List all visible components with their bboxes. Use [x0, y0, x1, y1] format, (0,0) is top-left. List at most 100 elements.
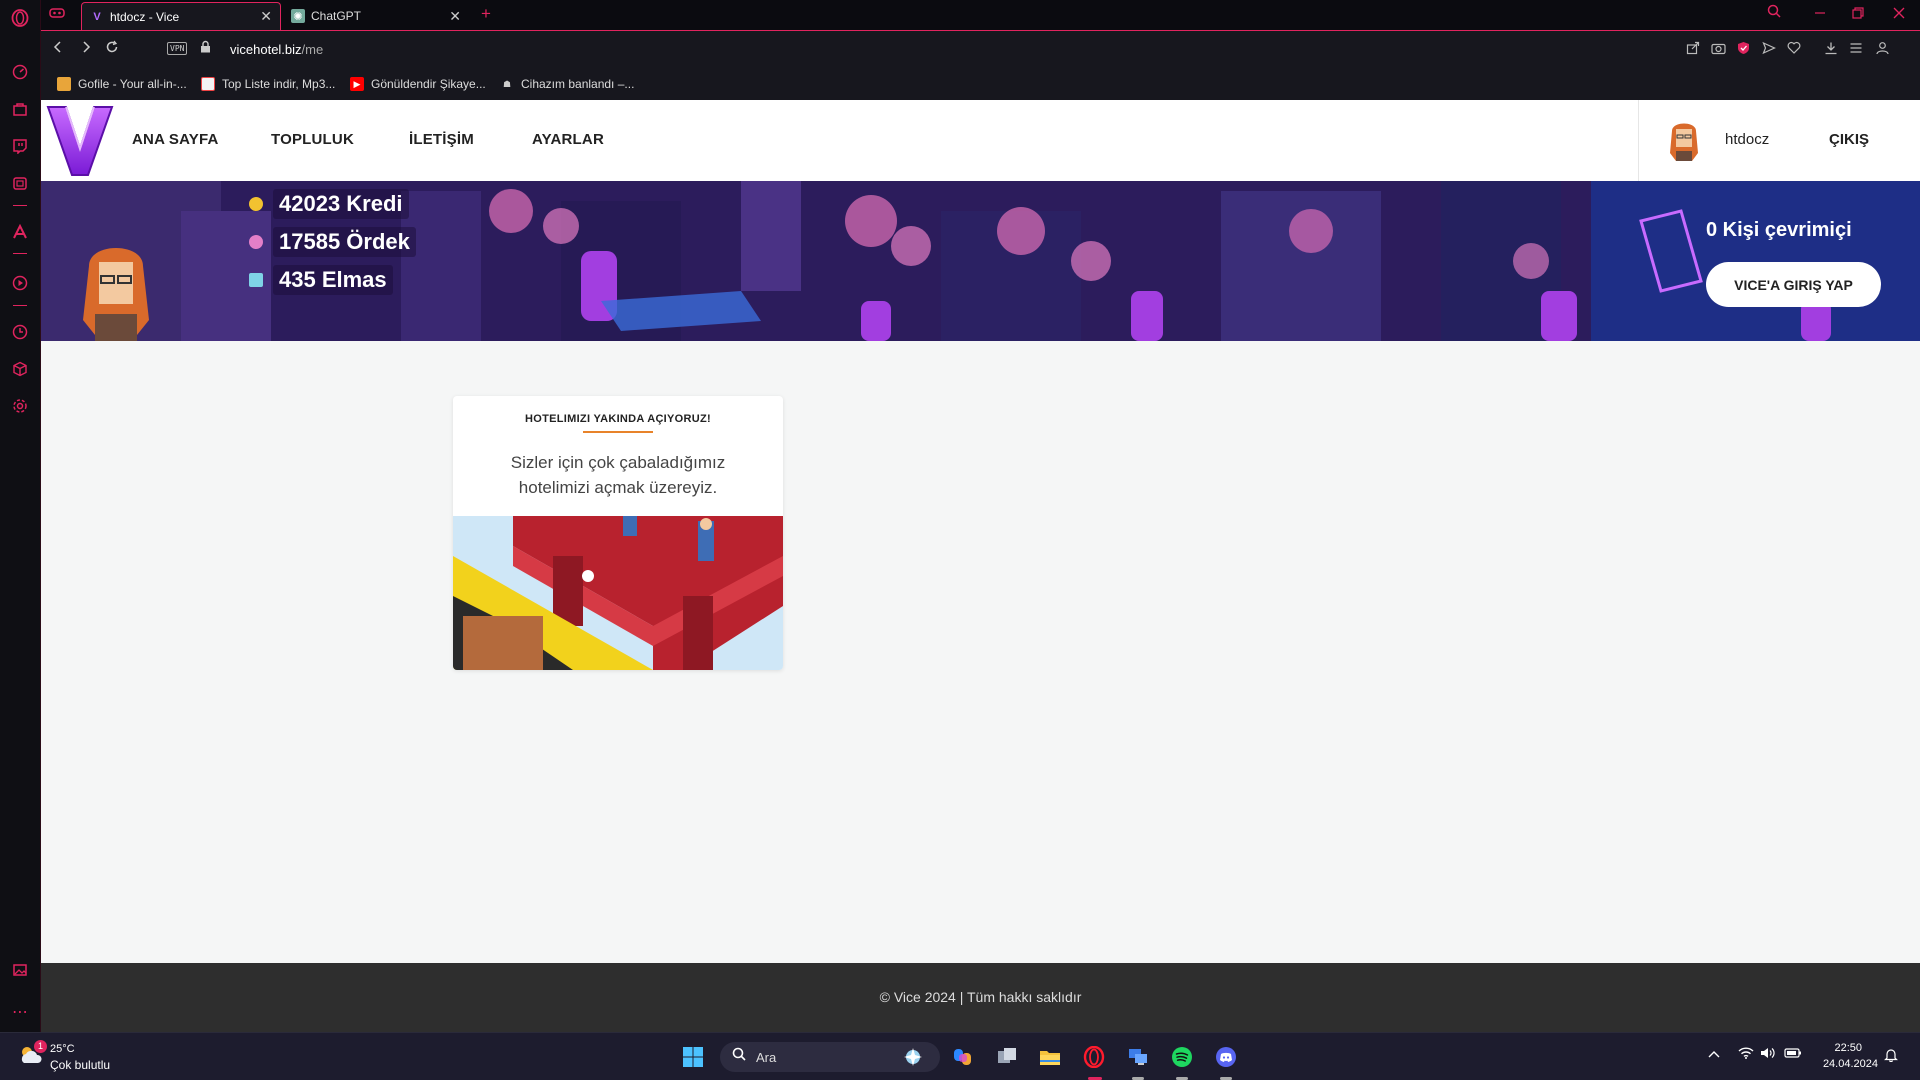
- task-view-icon[interactable]: [995, 1045, 1019, 1069]
- close-icon[interactable]: ✕: [449, 8, 461, 25]
- url-field[interactable]: vicehotel.biz/me: [230, 42, 323, 57]
- extensions-icon[interactable]: [10, 359, 30, 379]
- duckets-stat: 17585 Ördek: [249, 227, 416, 257]
- enter-hotel-button[interactable]: VICE'A GIRIŞ YAP: [1706, 262, 1881, 307]
- search-tabs-icon[interactable]: [1767, 4, 1781, 22]
- bookmark-label: Cihazım banlandı –...: [521, 77, 635, 91]
- aria-icon[interactable]: [10, 222, 30, 242]
- topliste-favicon-icon: [201, 77, 215, 91]
- minimize-icon[interactable]: [1814, 6, 1826, 23]
- history-icon[interactable]: [10, 322, 30, 342]
- clock-date[interactable]: 24.04.2024: [1823, 1058, 1878, 1070]
- duckets-value: 17585 Ördek: [273, 227, 416, 257]
- vpn-badge[interactable]: VPN: [167, 42, 188, 55]
- windows-taskbar: 1 25°C Çok bulutlu Ara 22:50 24.04.2024: [0, 1032, 1920, 1080]
- username[interactable]: htdocz: [1725, 131, 1769, 148]
- discord-icon[interactable]: [1214, 1045, 1238, 1069]
- workspace-icon[interactable]: [49, 6, 65, 24]
- restore-icon[interactable]: [1852, 6, 1864, 23]
- spotify-icon[interactable]: [1170, 1045, 1194, 1069]
- shopping-icon[interactable]: [10, 99, 30, 119]
- download-icon[interactable]: [1824, 41, 1838, 58]
- card-title: HOTELIMIZI YAKINDA AÇIYORUZ!: [524, 413, 712, 425]
- speed-dial-icon[interactable]: [10, 62, 30, 82]
- volume-icon[interactable]: [1760, 1047, 1776, 1062]
- opera-sidebar: ⋯: [0, 0, 41, 1032]
- sidebar-separator: [13, 305, 27, 306]
- hero-banner: 42023 Kredi 17585 Ördek 435 Elmas 0 Kişi…: [41, 181, 1920, 341]
- url-host: vicehotel.biz: [230, 42, 302, 57]
- opera-taskbar-icon[interactable]: [1082, 1045, 1106, 1069]
- weather-desc[interactable]: Çok bulutlu: [50, 1058, 110, 1072]
- chat-favicon-icon: ☗: [502, 78, 512, 89]
- battery-icon[interactable]: [1784, 1047, 1802, 1062]
- vice-favicon-icon: V: [93, 10, 101, 23]
- camera-icon[interactable]: [1711, 41, 1726, 58]
- url-path: /me: [301, 42, 324, 57]
- adblock-shield-icon[interactable]: [1737, 41, 1750, 58]
- credits-stat: 42023 Kredi: [249, 189, 409, 219]
- window-close-icon[interactable]: [1893, 6, 1905, 23]
- remote-desktop-icon[interactable]: [1126, 1045, 1150, 1069]
- profile-icon[interactable]: [1876, 41, 1889, 58]
- coin-icon: [249, 197, 263, 211]
- nav-ana-sayfa[interactable]: ANA SAYFA: [132, 131, 219, 148]
- tray-chevron-icon[interactable]: [1708, 1047, 1720, 1062]
- nav-ayarlar[interactable]: AYARLAR: [532, 131, 604, 148]
- search-icon: [732, 1047, 746, 1064]
- logout-link[interactable]: ÇIKIŞ: [1829, 131, 1869, 148]
- tab-chatgpt[interactable]: ✺ ChatGPT ✕: [283, 2, 469, 30]
- copilot-icon[interactable]: [951, 1045, 975, 1069]
- online-count: 0 Kişi çevrimiçi: [1706, 219, 1852, 241]
- site-footer: © Vice 2024 | Tüm hakkı saklıdır: [41, 963, 1920, 1032]
- wifi-icon[interactable]: [1738, 1047, 1754, 1062]
- heart-icon[interactable]: [1787, 41, 1801, 57]
- twitch-icon[interactable]: [10, 136, 30, 156]
- notification-bell-icon[interactable]: [1884, 1048, 1898, 1065]
- file-explorer-icon[interactable]: [1038, 1045, 1062, 1069]
- new-tab-button[interactable]: +: [481, 4, 491, 24]
- youtube-favicon-icon: ▶: [350, 77, 364, 91]
- sidebar-separator: [13, 205, 27, 206]
- close-icon[interactable]: ✕: [260, 8, 272, 25]
- more-icon[interactable]: ⋯: [10, 1002, 30, 1022]
- diamond-icon: [249, 273, 263, 287]
- menu-icon[interactable]: [1849, 41, 1863, 58]
- opera-logo-icon[interactable]: [10, 8, 30, 28]
- clock-time[interactable]: 22:50: [1834, 1042, 1862, 1054]
- share-icon[interactable]: [1686, 41, 1700, 58]
- bookmark-label: Top Liste indir, Mp3...: [222, 77, 336, 91]
- nav-iletisim[interactable]: İLETİŞİM: [409, 131, 474, 148]
- weather-temp[interactable]: 25°C: [50, 1043, 75, 1055]
- player-icon[interactable]: [10, 273, 30, 293]
- credits-value: 42023 Kredi: [273, 189, 409, 219]
- reload-icon[interactable]: [105, 40, 119, 59]
- windows-start-icon[interactable]: [681, 1045, 705, 1069]
- bookmark-top-liste[interactable]: Top Liste indir, Mp3...: [201, 77, 335, 91]
- chatgpt-favicon-icon: ✺: [291, 9, 305, 23]
- construction-illustration: [453, 516, 783, 670]
- send-icon[interactable]: [1762, 41, 1776, 58]
- announcement-card: HOTELIMIZI YAKINDA AÇIYORUZ! Sizler için…: [453, 396, 783, 670]
- vice-logo[interactable]: [46, 103, 114, 179]
- lock-icon[interactable]: [200, 40, 211, 56]
- settings-icon[interactable]: [10, 396, 30, 416]
- bookmark-cihazim[interactable]: ☗ Cihazım banlandı –...: [500, 77, 634, 91]
- gaming-icon[interactable]: [10, 173, 30, 193]
- tab-title: htdocz - Vice: [110, 9, 180, 24]
- bookmark-gonuldendir[interactable]: ▶ Gönüldendir Şikaye...: [350, 77, 486, 91]
- diamonds-stat: 435 Elmas: [249, 265, 393, 295]
- sidebar-separator: [13, 253, 27, 254]
- web-page: ANA SAYFA TOPLULUK İLETİŞİM AYARLAR htdo…: [41, 100, 1920, 1032]
- taskbar-search[interactable]: Ara: [720, 1042, 940, 1072]
- gallery-icon[interactable]: [10, 960, 30, 980]
- weather-badge: 1: [34, 1040, 47, 1053]
- avatar[interactable]: [1664, 117, 1704, 163]
- forward-icon[interactable]: [79, 40, 93, 59]
- bookmark-label: Gönüldendir Şikaye...: [371, 77, 486, 91]
- bookmark-gofile[interactable]: Gofile - Your all-in-...: [57, 77, 187, 91]
- copyright-text: © Vice 2024 | Tüm hakkı saklıdır: [879, 989, 1082, 1005]
- tab-htdocz-vice[interactable]: V htdocz - Vice ✕: [81, 2, 281, 30]
- nav-topluluk[interactable]: TOPLULUK: [271, 131, 354, 148]
- back-icon[interactable]: [51, 40, 65, 59]
